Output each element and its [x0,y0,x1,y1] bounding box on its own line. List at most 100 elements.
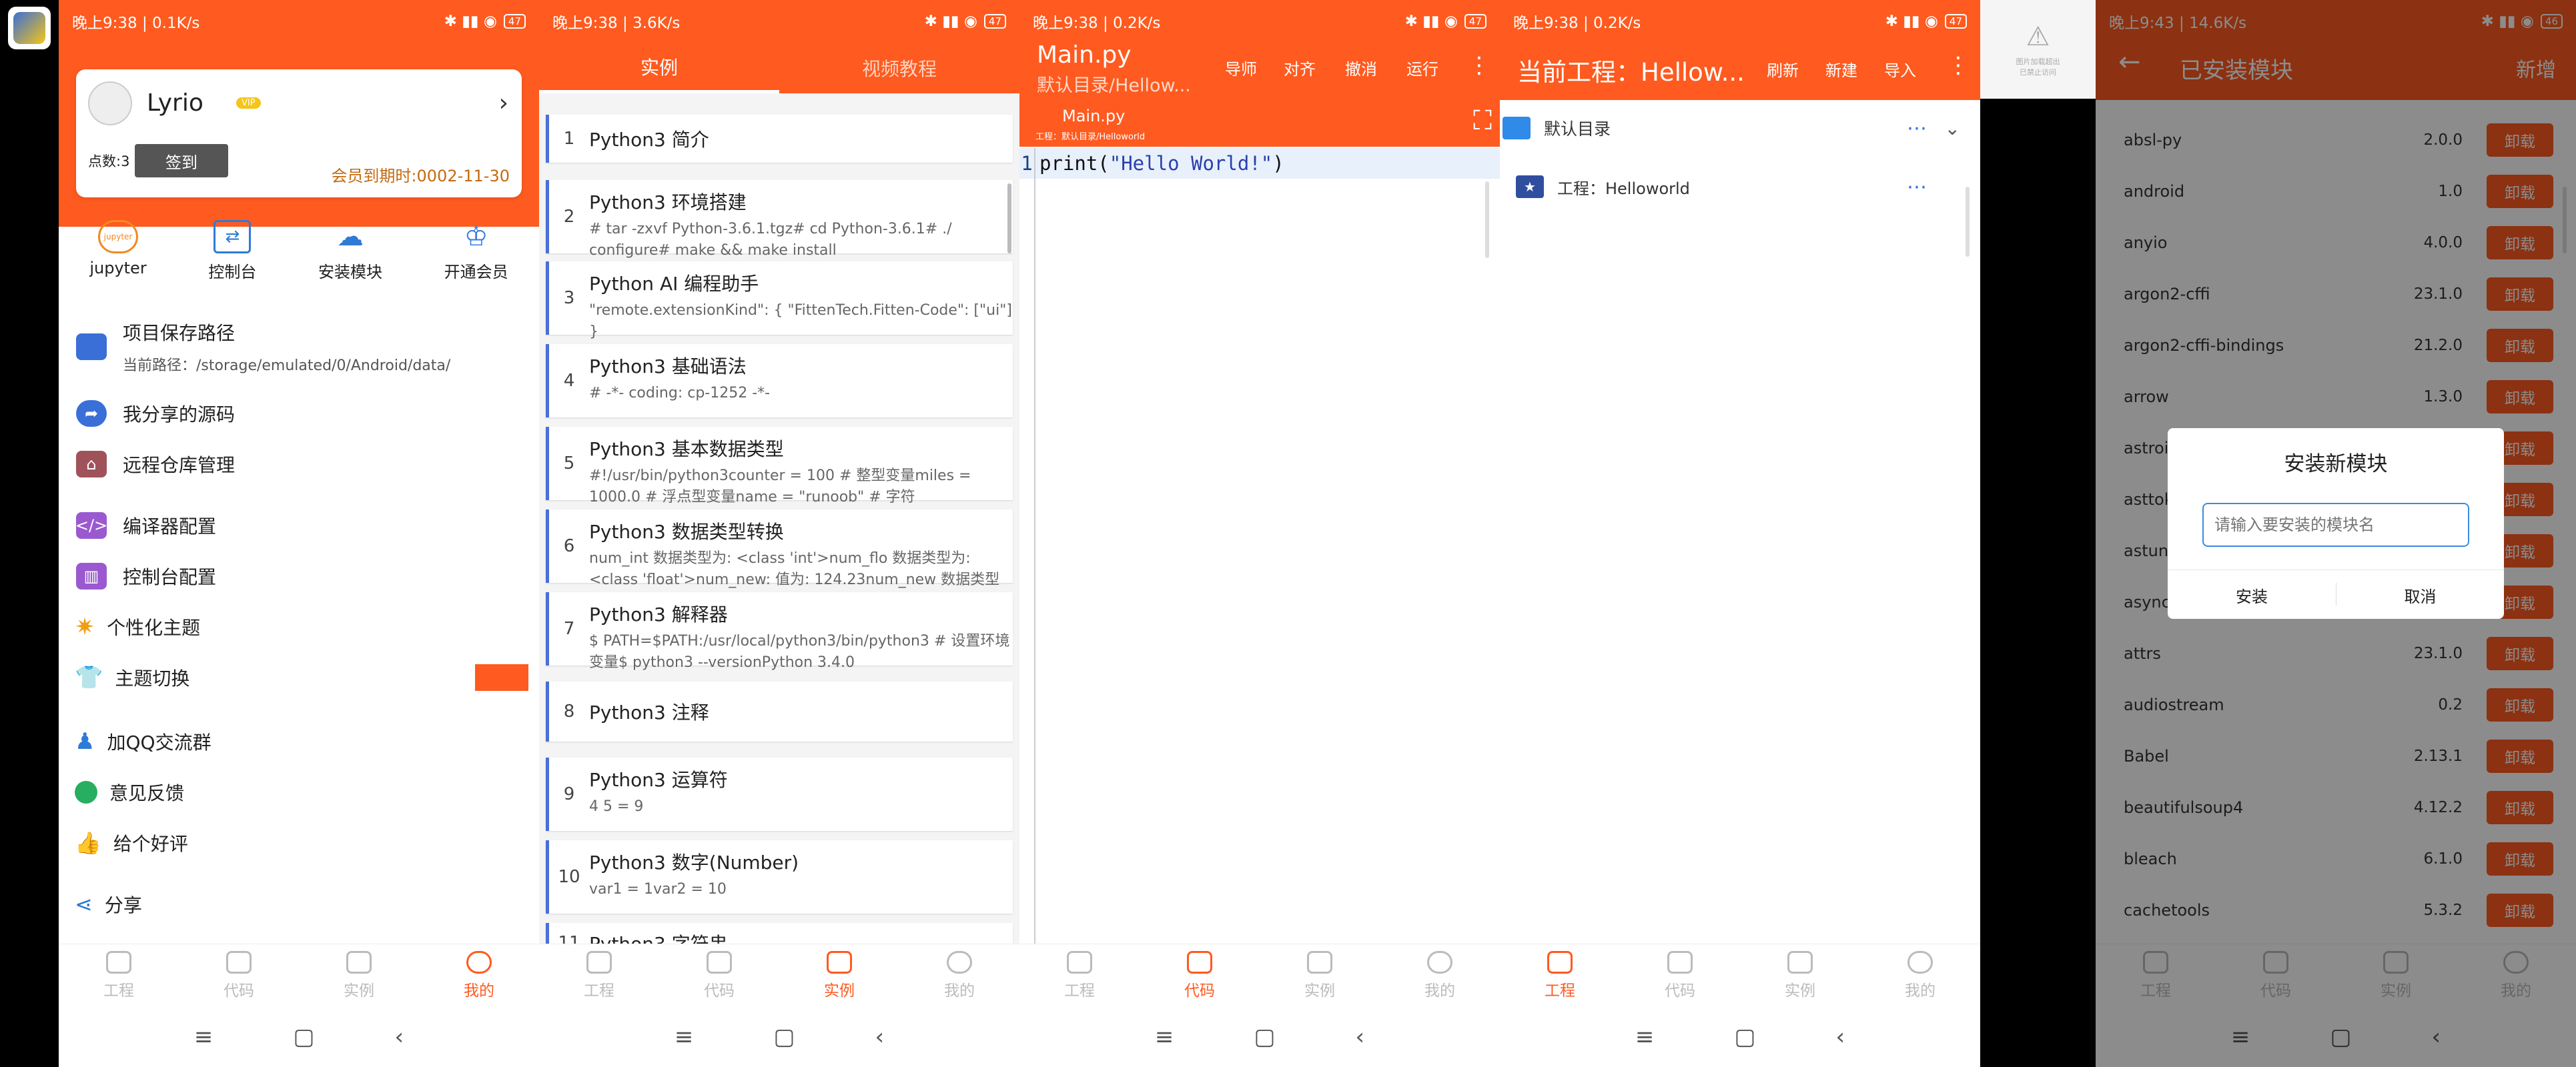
code-icon [226,951,252,974]
home-icon[interactable]: ▢ [773,1024,795,1050]
example-title: Python3 简介 [589,129,709,151]
menu-icon[interactable]: ≡ [194,1024,213,1050]
tab-project[interactable]: 工程 [584,944,614,1007]
tab-examples-top[interactable]: 实例 [539,43,779,93]
status-bar: 晚上9:38 | 3.6K/s ✱ ▮▮ ◉ 47 [539,0,1019,43]
console-button[interactable]: ⇄ 控制台 [208,220,256,293]
theme-color-swatch[interactable] [475,664,528,691]
folder-icon [76,333,107,360]
back-icon[interactable]: ‹ [1356,1024,1365,1050]
home-icon[interactable]: ▢ [293,1024,314,1050]
jupyter-button[interactable]: jupyter jupyter [89,220,147,293]
tab-mine[interactable]: 我的 [1905,944,1936,1007]
open-vip-button[interactable]: ♔ 开通会员 [444,220,508,293]
tab-code[interactable]: 代码 [704,944,735,1007]
profile-card[interactable]: Lyrio VIP › 点数:3 签到 会员到期时:0002-11-30 [76,69,522,197]
mentor-button[interactable]: 导师 [1225,56,1257,79]
chevron-down-icon[interactable]: ⌄ [1945,117,1960,139]
cancel-button[interactable]: 取消 [2336,571,2504,619]
tab-code[interactable]: 代码 [224,944,254,1007]
install-module-button[interactable]: ☁ 安装模块 [318,220,382,293]
more-horiz-icon[interactable]: ⋯ [1907,117,1927,140]
new-button[interactable]: 新建 [1825,57,1857,81]
refresh-button[interactable]: 刷新 [1767,57,1799,81]
tab-project[interactable]: 工程 [1545,944,1575,1007]
tab-project[interactable]: 工程 [1064,944,1095,1007]
back-icon[interactable]: ‹ [875,1024,885,1050]
menu-remote-repo[interactable]: ⌂ 远程仓库管理 [59,444,539,484]
dialog-title: 安装新模块 [2284,452,2388,476]
scrollbar[interactable] [1007,183,1011,253]
home-icon[interactable]: ▢ [1254,1024,1275,1050]
menu-save-path[interactable]: 项目保存路径 当前路径：/storage/emulated/0/Android/d… [59,319,539,380]
undo-button[interactable]: 撤消 [1345,56,1377,79]
module-name-input[interactable] [2202,503,2469,547]
signin-button[interactable]: 签到 [135,144,228,177]
menu-shared-source[interactable]: ➦ 我分享的源码 [59,393,539,433]
tab-code[interactable]: 代码 [1665,944,1695,1007]
example-item[interactable]: 7 Python3 解释器 $ PATH=$PATH:/usr/local/pyth… [546,592,1013,671]
example-item[interactable]: 2 Python3 环境搭建 # tar -zxvf Python-3.6.1.tg… [546,180,1013,259]
tab-examples[interactable]: 实例 [344,944,374,1007]
tab-code[interactable]: 代码 [1184,944,1215,1007]
back-icon[interactable]: ‹ [395,1024,404,1050]
bar-chart-icon: ▥ [76,563,107,590]
project-helloworld[interactable]: ★ 工程：Helloworld ⋯ [1500,167,1980,207]
example-number: 5 [563,453,575,473]
run-button[interactable]: 运行 [1406,56,1438,79]
menu-qq-group[interactable]: ♟ 加QQ交流群 [59,722,539,762]
example-item[interactable]: 8 Python3 注释 [546,682,1013,742]
example-item[interactable]: 9 Python3 运算符 4 5 = 9 [546,758,1013,831]
example-item[interactable]: 1 Python3 简介 [546,115,1013,163]
tab-examples[interactable]: 实例 [824,944,855,1007]
chevron-right-icon[interactable]: › [499,89,508,117]
menu-icon[interactable]: ≡ [1635,1024,1655,1050]
tab-mine[interactable]: 我的 [464,944,494,1007]
user-name: Lyrio [147,89,203,117]
menu-console-config[interactable]: ▥ 控制台配置 [59,556,539,596]
tab-examples[interactable]: 实例 [1785,944,1815,1007]
example-item[interactable]: 3 Python AI 编程助手 "remote.extensionKind": {… [546,261,1013,340]
example-title: Python3 数字(Number) [589,852,799,874]
more-horiz-icon[interactable]: ⋯ [1907,175,1927,199]
more-vert-icon[interactable]: ⋮ [1947,52,1970,79]
file-tab[interactable]: Main.py 工程：默认目录/Helloworld ⛶ [1019,101,1500,147]
example-title: Python3 解释器 [589,604,728,626]
example-item[interactable]: 6 Python3 数据类型转换 num_int 数据类型为: <class 'in… [546,509,1013,588]
fullscreen-icon[interactable]: ⛶ [1473,105,1492,136]
tab-examples[interactable]: 实例 [1304,944,1335,1007]
python-ide-app-icon[interactable] [8,7,51,49]
avatar[interactable] [88,81,132,125]
home-icon[interactable]: ▢ [1734,1024,1755,1050]
menu-share[interactable]: ⋖ 分享 [59,884,539,924]
folder-default[interactable]: 默认目录 ⋯ ⌄ [1500,108,1980,148]
example-item[interactable]: 10 Python3 数字(Number) var1 = 1var2 = 10 [546,840,1013,914]
example-number: 8 [563,702,575,722]
install-button[interactable]: 安装 [2168,571,2336,619]
menu-rate[interactable]: 👍 给个好评 [59,823,539,863]
scrollbar[interactable] [1485,181,1489,258]
back-icon[interactable]: ‹ [1836,1024,1845,1050]
example-title: Python3 基本数据类型 [589,438,784,460]
example-number: 4 [563,371,575,391]
share-arrow-icon: ➦ [76,400,107,427]
menu-editor-config[interactable]: </> 编译器配置 [59,505,539,546]
more-vert-icon[interactable]: ⋮ [1468,52,1490,79]
menu-feedback[interactable]: 意见反馈 [59,772,539,812]
import-button[interactable]: 导入 [1884,57,1916,81]
tab-video-tutorial[interactable]: 视频教程 [779,43,1019,93]
example-item[interactable]: 4 Python3 基础语法 # -*- coding: cp-1252 -*- [546,344,1013,417]
example-snippet: #!/usr/bin/python3counter = 100 # 整型变量mi… [589,467,971,505]
menu-icon[interactable]: ≡ [1155,1024,1174,1050]
tab-mine[interactable]: 我的 [944,944,975,1007]
file-subtitle: 默认目录/Hellow... [1037,75,1191,96]
menu-theme[interactable]: ✷ 个性化主题 [59,607,539,647]
tab-project[interactable]: 工程 [103,944,134,1007]
example-item[interactable]: 5 Python3 基本数据类型 #!/usr/bin/python3counter… [546,427,1013,505]
menu-theme-switch[interactable]: 👕 主题切换 [59,658,539,698]
code-line-1[interactable]: 1 print("Hello World!") [1019,148,1500,179]
tab-mine[interactable]: 我的 [1424,944,1455,1007]
align-button[interactable]: 对齐 [1284,56,1316,79]
menu-icon[interactable]: ≡ [675,1024,694,1050]
scrollbar[interactable] [1966,187,1970,257]
